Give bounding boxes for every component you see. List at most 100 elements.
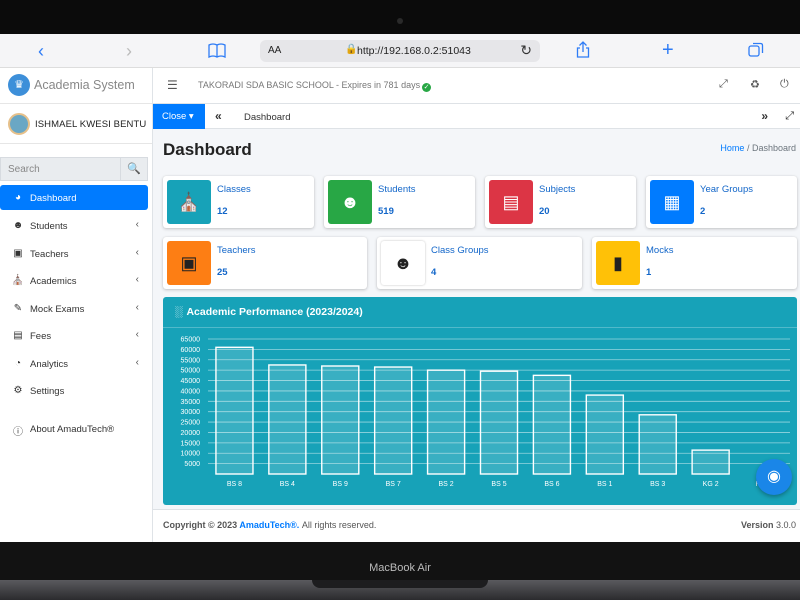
text-size-button[interactable]: AA [268,45,281,56]
forward-icon[interactable]: › [126,41,132,62]
y-tick-label: 40000 [181,388,201,395]
chevron-left-icon: ‹ [135,301,139,313]
stat-box-year-groups[interactable]: ▦ Year Groups 2 [646,176,797,228]
y-tick-label: 45000 [181,378,201,385]
back-icon[interactable]: ‹ [38,41,44,62]
sidebar-item-about[interactable]: ⓘ About AmaduTech® [0,415,153,443]
stat-box-class-groups[interactable]: ☻ Class Groups 4 [377,237,582,289]
y-tick-label: 20000 [181,430,201,437]
bar [638,414,677,475]
check-circle-icon: ✓ [422,83,432,92]
device-label: MacBook Air [369,562,431,574]
users-group-icon: ☻ [381,241,425,285]
sidebar-item-label: Fees [30,331,52,342]
user-name: ISHMAEL KWESI BENTU [35,119,147,130]
y-tick-label: 50000 [181,368,201,375]
double-right-icon[interactable]: » [761,109,768,123]
laptop-notch [312,580,488,588]
double-left-icon[interactable]: « [215,109,222,123]
users-icon: ☻ [12,220,24,231]
academic-performance-card: ░ Academic Performance (2023/2024) 5000 10… [163,297,797,505]
stat-title: Class Groups [431,245,489,256]
lock-icon: 🔒 [345,44,358,55]
page-title: Dashboard [163,140,252,159]
bookmarks-icon[interactable] [208,42,226,63]
x-tick-label: KG 2 [703,481,719,488]
sidebar-item-dashboard[interactable]: ◕ Dashboard [0,185,148,210]
chart-title: ░ Academic Performance (2023/2024) [175,306,363,318]
hamburger-icon[interactable]: ☰ [167,78,178,92]
sidebar-item-academics[interactable]: ⛪ Academics ‹ [0,267,153,295]
address-bar[interactable]: AA 🔒 http://192.168.0.2:51043 ↻ [260,40,540,62]
tab-bar: Close ▾ « Dashboard » ⤢ [153,104,800,129]
chart-title-text: Academic Performance (2023/2024) [186,306,363,318]
sidebar-item-fees[interactable]: ▤ Fees ‹ [0,322,153,350]
sidebar-item-teachers[interactable]: ▣ Teachers ‹ [0,240,153,268]
stat-box-classes[interactable]: ⛪ Classes 12 [163,176,314,228]
sidebar-item-label: About AmaduTech® [30,423,115,435]
card-icon: ▤ [13,330,23,341]
bar [373,366,413,475]
stat-box-mocks[interactable]: ▮ Mocks 1 [592,237,797,289]
school-icon: ⛪ [11,275,25,286]
stat-box-students[interactable]: ☻ Students 519 [324,176,475,228]
stat-title: Year Groups [700,184,753,195]
x-tick-label: BS 1 [597,481,612,488]
x-tick-label: BS 4 [280,481,295,488]
stat-count: 25 [217,267,228,278]
sidebar-item-students[interactable]: ☻ Students ‹ [0,212,153,240]
new-tab-icon[interactable]: + [662,39,674,62]
bar [691,449,730,475]
y-tick-label: 5000 [184,461,200,468]
tab-dashboard[interactable]: Dashboard [244,112,290,123]
power-icon[interactable]: ⏻ [780,78,789,91]
breadcrumb-home[interactable]: Home [720,143,744,153]
brand[interactable]: ♛ Academia System [0,68,152,104]
sidebar-item-analytics[interactable]: ◔ Analytics ‹ [0,350,153,378]
close-dropdown-button[interactable]: Close ▾ [153,104,205,129]
sidebar-search: Search 🔍 [0,157,148,181]
reload-icon[interactable]: ↻ [520,42,532,59]
app-screen: ♛ Academia System ISHMAEL KWESI BENTU Se… [0,68,800,542]
sidebar-menu: ◕ Dashboard ☻ Students ‹ ▣ Teachers ‹ ⛪ … [0,185,153,442]
sidebar-item-mock-exams[interactable]: ✎ Mock Exams ‹ [0,295,153,323]
bar [268,364,307,475]
bar [479,370,519,475]
chevron-left-icon: ‹ [135,219,139,230]
chat-bubble-icon: ◉ [767,468,781,485]
url-text[interactable]: http://192.168.0.2:51043 [357,45,471,57]
search-input[interactable]: Search [0,157,120,181]
x-tick-label: BS 8 [227,481,242,488]
breadcrumb-current: Dashboard [751,143,796,153]
x-tick-label: BS 7 [386,481,401,488]
footer: Copyright © 2023 AmaduTech®. All rights … [153,509,800,542]
tabs-icon[interactable] [748,42,764,63]
stat-title: Students [378,184,416,195]
copyright-prefix: Copyright © 2023 [163,520,238,530]
camera-icon [397,18,403,24]
school-expiry-text: TAKORADI SDA BASIC SCHOOL - Expires in 7… [198,80,421,90]
brand-text: Academia System [34,78,135,92]
chat-button[interactable]: ◉ [756,459,792,495]
search-button[interactable]: 🔍 [120,157,148,181]
stat-box-subjects[interactable]: ▤ Subjects 20 [485,176,636,228]
chalkboard-icon: ▣ [13,247,23,259]
edit-icon: ✎ [13,302,23,314]
footer-brand-link[interactable]: AmaduTech®. [239,520,299,530]
school-expiry: TAKORADI SDA BASIC SCHOOL - Expires in 7… [198,80,432,92]
top-navbar: ☰ TAKORADI SDA BASIC SCHOOL - Expires in… [153,68,800,104]
bar [426,369,466,475]
y-tick-label: 25000 [181,420,201,427]
refresh-icon[interactable]: ♻ [750,78,760,91]
sidebar-item-settings[interactable]: ⚙ Settings [0,377,153,405]
bar [215,346,254,475]
user-panel[interactable]: ISHMAEL KWESI BENTU [0,104,152,144]
x-tick-label: BS 5 [491,481,506,488]
stat-box-teachers[interactable]: ▣ Teachers 25 [163,237,367,289]
version: Version 3.0.0 [741,520,796,530]
sidebar-item-label: Settings [30,386,65,397]
fullscreen-icon[interactable]: ⤢ [719,78,728,91]
share-icon[interactable] [576,41,590,63]
sidebar-item-label: Teachers [30,248,69,260]
expand-icon[interactable]: ⤢ [785,110,794,123]
